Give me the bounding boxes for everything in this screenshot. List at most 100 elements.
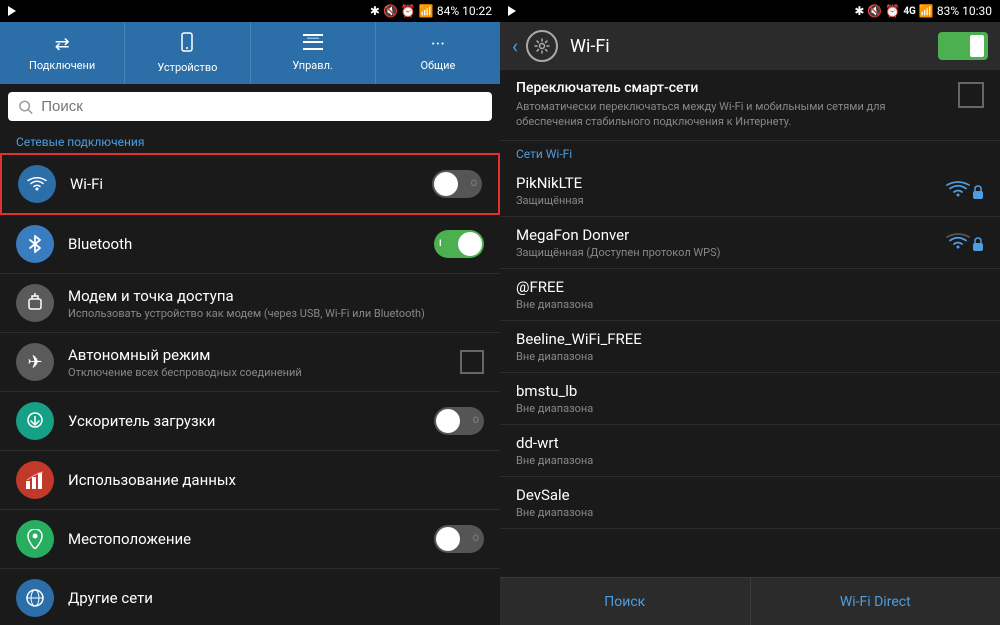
- megafon-signal: [946, 233, 984, 251]
- devsale-content: DevSale Вне диапазона: [516, 486, 984, 519]
- wifi-main-toggle[interactable]: [938, 32, 988, 60]
- search-icon: [18, 99, 33, 115]
- search-button[interactable]: Поиск: [500, 578, 751, 625]
- ddwrt-content: dd-wrt Вне диапазона: [516, 434, 984, 467]
- free-content: @FREE Вне диапазона: [516, 278, 984, 311]
- settings-item-wifi[interactable]: Wi-Fi O: [0, 153, 500, 215]
- airplane-item-content: Автономный режим Отключение всех беспров…: [68, 346, 460, 379]
- data-item-title: Использование данных: [68, 471, 484, 489]
- tab-device[interactable]: Устройство: [125, 22, 250, 84]
- wifi-network-free[interactable]: @FREE Вне диапазона: [500, 269, 1000, 321]
- settings-item-bluetooth[interactable]: Bluetooth I: [0, 215, 500, 274]
- ddwrt-status: Вне диапазона: [516, 454, 984, 467]
- download-toggle-label: O: [473, 416, 479, 426]
- connections-icon: ⇄: [55, 34, 70, 55]
- lock-icon-piknik: [972, 185, 984, 199]
- data-icon: [16, 461, 54, 499]
- bmstu-content: bmstu_lb Вне диапазона: [516, 382, 984, 415]
- piknik-status: Защищённая: [516, 194, 946, 207]
- beeline-name: Beeline_WiFi_FREE: [516, 330, 984, 348]
- settings-list: Wi-Fi O Bluetooth I: [0, 153, 500, 625]
- wifi-direct-button[interactable]: Wi-Fi Direct: [751, 578, 1000, 625]
- settings-item-location[interactable]: Местоположение O: [0, 510, 500, 569]
- download-icon: [16, 402, 54, 440]
- wifi-toggle[interactable]: O: [432, 170, 482, 198]
- smart-switch-section: Переключатель смарт-сети Автоматически п…: [500, 70, 1000, 141]
- left-status-left: [8, 6, 16, 16]
- megafon-status: Защищённая (Доступен протокол WPS): [516, 246, 946, 259]
- bmstu-status: Вне диапазона: [516, 402, 984, 415]
- data-item-content: Использование данных: [68, 471, 484, 489]
- back-button[interactable]: ‹: [512, 34, 518, 58]
- wifi-network-ddwrt[interactable]: dd-wrt Вне диапазона: [500, 425, 1000, 477]
- wifi-header: ‹ Wi-Fi: [500, 22, 1000, 70]
- bluetooth-toggle[interactable]: I: [434, 230, 484, 258]
- left-tab-bar: ⇄ Подключени Устройство Управл. ··· Общи…: [0, 22, 500, 84]
- location-item-content: Местоположение: [68, 530, 434, 548]
- piknik-signal: [946, 181, 984, 199]
- settings-item-download[interactable]: Ускоритель загрузки O: [0, 392, 500, 451]
- settings-item-modem[interactable]: Модем и точка доступа Использовать устро…: [0, 274, 500, 333]
- tab-manage[interactable]: Управл.: [251, 22, 376, 84]
- other-item-content: Другие сети: [68, 589, 484, 607]
- 4g-icon: 4G: [903, 6, 916, 17]
- settings-item-airplane[interactable]: ✈ Автономный режим Отключение всех беспр…: [0, 333, 500, 392]
- airplane-item-title: Автономный режим: [68, 346, 460, 364]
- battery-pct-left: 84%: [437, 4, 459, 18]
- free-name: @FREE: [516, 278, 984, 296]
- wifi-signal-medium-icon: [946, 233, 970, 251]
- left-panel: ✱ 🔇 ⏰ 📶 84% 10:22 ⇄ Подключени Устройств…: [0, 0, 500, 625]
- tab-general[interactable]: ··· Общие: [376, 22, 500, 84]
- settings-item-data[interactable]: Использование данных: [0, 451, 500, 510]
- settings-gear-icon[interactable]: [526, 30, 558, 62]
- wifi-network-bmstu[interactable]: bmstu_lb Вне диапазона: [500, 373, 1000, 425]
- bluetooth-item-title: Bluetooth: [68, 235, 434, 253]
- time-left: 10:22: [462, 4, 492, 18]
- location-toggle[interactable]: O: [434, 525, 484, 553]
- smart-switch-text: Переключатель смарт-сети Автоматически п…: [516, 80, 948, 130]
- wifi-network-beeline[interactable]: Beeline_WiFi_FREE Вне диапазона: [500, 321, 1000, 373]
- piknik-content: PikNikLTE Защищённая: [516, 174, 946, 207]
- smart-switch-checkbox[interactable]: [958, 82, 984, 108]
- wifi-network-devsale[interactable]: DevSale Вне диапазона: [500, 477, 1000, 529]
- wifi-toggle-bar: [970, 35, 984, 57]
- search-input[interactable]: [41, 98, 482, 115]
- other-icon: [16, 579, 54, 617]
- settings-item-other[interactable]: Другие сети: [0, 569, 500, 625]
- airplane-item-subtitle: Отключение всех беспроводных соединений: [68, 366, 460, 379]
- wifi-toggle-label: O: [471, 179, 477, 189]
- time-right: 10:30: [962, 4, 992, 18]
- airplane-checkbox[interactable]: [460, 350, 484, 374]
- smart-switch-desc: Автоматически переключаться между Wi-Fi …: [516, 99, 948, 130]
- alarm-icon-left: ⏰: [401, 4, 416, 18]
- right-status-left: [508, 6, 516, 16]
- search-bar[interactable]: [8, 92, 492, 121]
- tab-connections-label: Подключени: [29, 59, 95, 72]
- modem-item-content: Модем и точка доступа Использовать устро…: [68, 287, 484, 320]
- alarm-icon-right: ⏰: [885, 4, 900, 18]
- wifi-networks-list: PikNikLTE Защищённая MegaFo: [500, 165, 1000, 577]
- download-item-content: Ускоритель загрузки: [68, 412, 434, 430]
- location-toggle-knob: [436, 527, 460, 551]
- wifi-item-content: Wi-Fi: [70, 175, 432, 193]
- wifi-network-megafon[interactable]: MegaFon Donver Защищённая (Доступен прот…: [500, 217, 1000, 269]
- devsale-status: Вне диапазона: [516, 506, 984, 519]
- modem-icon: [16, 284, 54, 322]
- wifi-bottom-bar: Поиск Wi-Fi Direct: [500, 577, 1000, 625]
- wifi-network-piknik[interactable]: PikNikLTE Защищённая: [500, 165, 1000, 217]
- download-toggle[interactable]: O: [434, 407, 484, 435]
- bt-icon-right: ✱: [854, 4, 864, 18]
- wifi-toggle-knob: [434, 172, 458, 196]
- modem-item-subtitle: Использовать устройство как модем (через…: [68, 307, 484, 320]
- download-toggle-knob: [436, 409, 460, 433]
- location-icon: [16, 520, 54, 558]
- tab-connections[interactable]: ⇄ Подключени: [0, 22, 125, 84]
- bluetooth-item-content: Bluetooth: [68, 235, 434, 253]
- location-toggle-label: O: [473, 534, 479, 544]
- bmstu-name: bmstu_lb: [516, 382, 984, 400]
- battery-pct-right: 83%: [937, 4, 959, 18]
- right-status-right: ✱ 🔇 ⏰ 4G 📶 83% 10:30: [854, 4, 992, 18]
- tab-manage-label: Управл.: [292, 59, 332, 72]
- section-header-networks: Сетевые подключения: [0, 129, 500, 153]
- megafon-name: MegaFon Donver: [516, 226, 946, 244]
